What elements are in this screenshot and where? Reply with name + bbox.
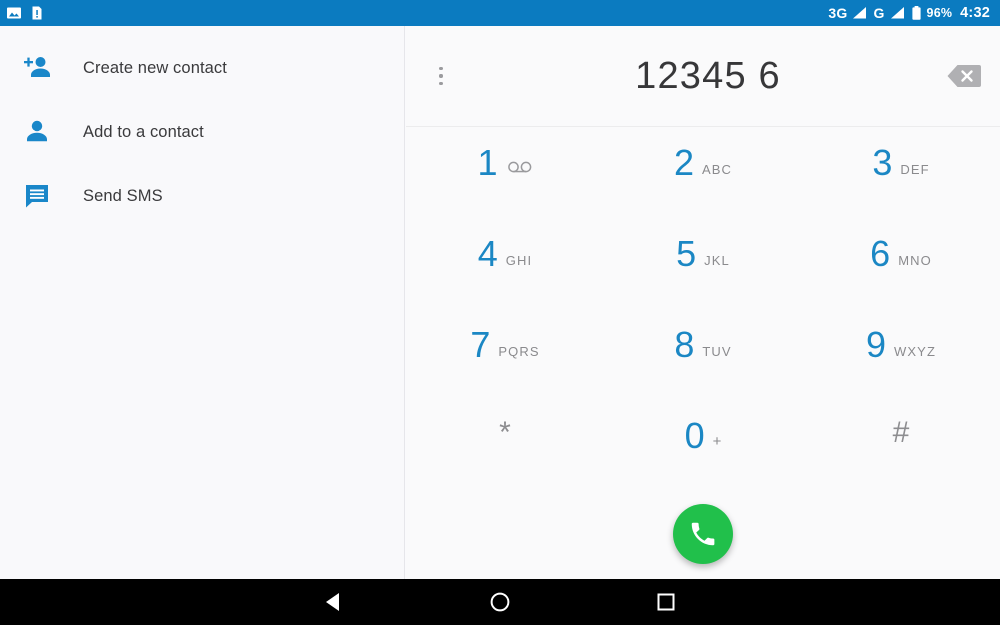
key-3-digit: 3 <box>872 142 893 183</box>
key-4-letters: GHI <box>505 253 533 268</box>
signal-bars-icon-1 <box>853 7 867 19</box>
photo-icon <box>7 7 21 19</box>
key-hash-glyph: # <box>892 416 910 449</box>
status-bar: 3G G 96% 4:32 <box>0 0 1000 26</box>
key-0[interactable]: 0 + <box>604 418 802 509</box>
key-5-digit: 5 <box>676 233 697 274</box>
key-6[interactable]: 6 MNO <box>802 236 1000 327</box>
keypad-row: 4 GHI 5 JKL 6 MNO <box>406 236 1000 327</box>
keypad-row: 7 PQRS 8 TUV 9 WXYZ <box>406 327 1000 418</box>
battery-icon <box>911 6 921 20</box>
key-2-letters: ABC <box>702 162 733 177</box>
home-circle-icon <box>490 592 510 612</box>
device-screen: 3G G 96% 4:32 Create new contact Add to … <box>0 0 1000 625</box>
key-9-digit: 9 <box>866 324 887 365</box>
key-2[interactable]: 2 ABC <box>604 145 802 236</box>
key-9-letters: WXYZ <box>894 344 936 359</box>
key-7-digit: 7 <box>470 324 491 365</box>
battery-percent: 96% <box>926 6 953 20</box>
key-6-letters: MNO <box>898 253 932 268</box>
sim-alert-icon <box>32 6 42 20</box>
network-type-2: G <box>873 5 885 21</box>
signal-bars-icon-2 <box>890 7 904 19</box>
network-type-1: 3G <box>828 5 848 21</box>
key-0-digit: 0 <box>684 415 705 456</box>
key-4-digit: 4 <box>477 233 498 274</box>
key-8-digit: 8 <box>674 324 695 365</box>
recents-square-icon <box>657 593 675 611</box>
voicemail-icon <box>507 160 533 178</box>
overflow-menu-icon[interactable] <box>428 59 454 93</box>
send-sms-label: Send SMS <box>83 186 163 205</box>
key-5[interactable]: 5 JKL <box>604 236 802 327</box>
status-bar-left-icons <box>6 5 45 21</box>
keypad-row: 1 2 ABC 3 DEF <box>406 145 1000 236</box>
create-new-contact-item[interactable]: Create new contact <box>0 36 404 100</box>
key-3[interactable]: 3 DEF <box>802 145 1000 236</box>
key-7-letters: PQRS <box>498 344 540 359</box>
clock: 4:32 <box>960 5 990 21</box>
key-1-digit: 1 <box>477 142 498 183</box>
status-bar-right-indicators: 3G G 96% 4:32 <box>828 5 990 21</box>
key-1[interactable]: 1 <box>406 145 604 236</box>
nav-home-button[interactable] <box>417 579 583 625</box>
keypad-row: * 0 + # <box>406 418 1000 509</box>
key-8-letters: TUV <box>702 344 732 359</box>
key-8[interactable]: 8 TUV <box>604 327 802 418</box>
dialed-number-field[interactable]: 12345 6 <box>406 55 1000 98</box>
dialpad-panel: 12345 6 1 2 ABC 3 DEF 4 GHI 5 JKL 6 MNO … <box>406 26 1000 579</box>
key-hash[interactable]: # <box>802 418 1000 509</box>
number-display-bar: 12345 6 <box>406 26 1000 127</box>
nav-back-button[interactable] <box>251 579 417 625</box>
call-button[interactable] <box>673 504 733 564</box>
key-star[interactable]: * <box>406 418 604 509</box>
key-5-letters: JKL <box>704 253 730 268</box>
key-7[interactable]: 7 PQRS <box>406 327 604 418</box>
key-star-glyph: * <box>499 416 511 449</box>
back-triangle-icon <box>326 593 339 611</box>
add-to-a-contact-label: Add to a contact <box>83 122 204 141</box>
send-sms-item[interactable]: Send SMS <box>0 164 404 228</box>
person-icon <box>22 117 52 147</box>
key-9[interactable]: 9 WXYZ <box>802 327 1000 418</box>
key-0-plus: + <box>712 433 722 450</box>
key-3-letters: DEF <box>900 162 930 177</box>
key-4[interactable]: 4 GHI <box>406 236 604 327</box>
nav-recents-button[interactable] <box>583 579 749 625</box>
keypad-grid: 1 2 ABC 3 DEF 4 GHI 5 JKL 6 MNO 7 PQRS 8… <box>406 127 1000 509</box>
person-add-icon <box>22 53 52 83</box>
phone-icon <box>691 522 715 546</box>
message-icon <box>22 181 52 211</box>
create-new-contact-label: Create new contact <box>83 58 227 77</box>
key-6-digit: 6 <box>870 233 891 274</box>
backspace-icon[interactable] <box>946 63 982 89</box>
system-navigation-bar <box>0 579 1000 625</box>
key-2-digit: 2 <box>673 142 694 183</box>
contact-actions-panel: Create new contact Add to a contact Send… <box>0 26 405 579</box>
add-to-a-contact-item[interactable]: Add to a contact <box>0 100 404 164</box>
